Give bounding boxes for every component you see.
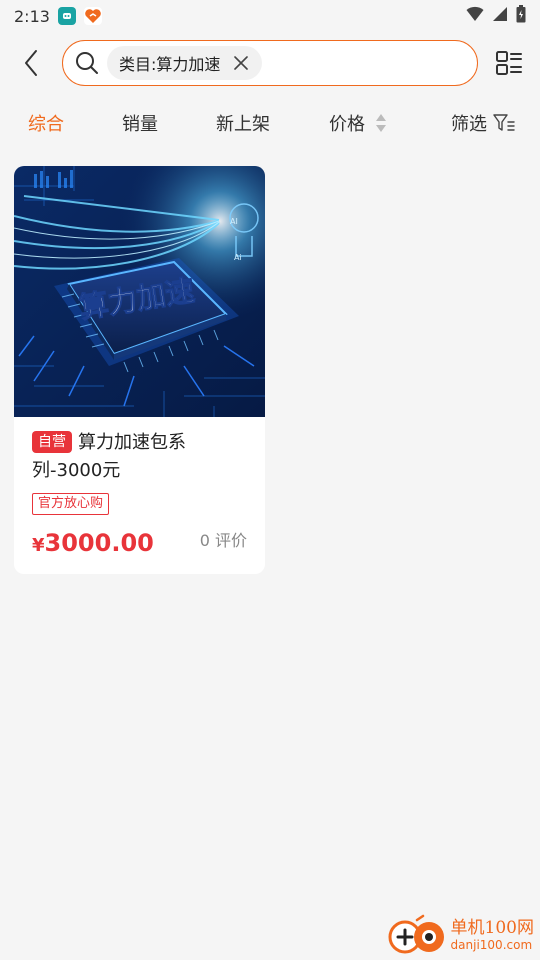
product-title-line1: 算力加速包系: [78, 432, 186, 453]
tab-price[interactable]: 价格: [329, 98, 389, 148]
search-input[interactable]: 类目:算力加速: [62, 40, 478, 86]
tab-new-arrivals[interactable]: 新上架: [216, 98, 270, 148]
tab-sales[interactable]: 销量: [122, 98, 158, 148]
tab-price-label: 价格: [329, 114, 365, 135]
tab-sales-label: 销量: [122, 114, 158, 135]
official-assurance-badge: 官方放心购: [32, 493, 110, 515]
price-currency: ¥: [32, 535, 45, 556]
svg-text:AI: AI: [230, 217, 238, 226]
tab-filter-label: 筛选: [451, 114, 487, 135]
close-icon[interactable]: [234, 56, 249, 70]
review-count: 0 评价: [199, 531, 247, 550]
sort-bar: 综合 销量 新上架 价格 筛选: [0, 98, 540, 148]
list-layout-icon: [496, 51, 522, 75]
heart-app-icon: [83, 7, 102, 25]
product-title[interactable]: 自营 算力加速包系 列-3000元: [32, 429, 247, 485]
product-image[interactable]: AI Ai 算力加速: [14, 166, 265, 417]
product-title-line2: 列-3000元: [32, 460, 121, 481]
signal-icon: [492, 6, 508, 26]
watermark-logo-icon: [388, 914, 444, 954]
self-operated-badge: 自营: [32, 431, 72, 453]
status-time: 2:13: [14, 6, 50, 26]
back-button[interactable]: [0, 32, 62, 94]
tab-comprehensive[interactable]: 综合: [28, 98, 64, 148]
tab-comprehensive-label: 综合: [28, 114, 64, 135]
tab-new-arrivals-label: 新上架: [216, 114, 270, 135]
svg-text:Ai: Ai: [234, 253, 242, 262]
top-bar: 类目:算力加速: [0, 32, 540, 94]
product-price: ¥3000.00: [32, 529, 154, 557]
wifi-icon: [466, 6, 484, 26]
product-card[interactable]: AI Ai 算力加速 自营 算力加速包系 列-3000元 官方放心购 ¥3000.…: [14, 166, 265, 574]
watermark-title: 单机100网: [450, 918, 534, 938]
tab-filter[interactable]: 筛选: [451, 98, 515, 148]
filter-icon: [493, 114, 515, 131]
app-notification-icon: [57, 7, 76, 25]
price-value: 3000.00: [44, 529, 154, 557]
layout-toggle-button[interactable]: [478, 32, 540, 94]
watermark-url: danji100.com: [450, 938, 533, 952]
status-bar: 2:13: [0, 0, 540, 32]
battery-icon: [516, 5, 526, 27]
search-icon: [76, 52, 98, 74]
sort-arrows-icon: [376, 114, 386, 132]
category-filter-label: 类目:算力加速: [119, 55, 221, 74]
site-watermark: 单机100网 danji100.com: [387, 914, 534, 956]
chevron-left-icon: [25, 50, 37, 76]
category-filter-chip[interactable]: 类目:算力加速: [107, 46, 263, 80]
